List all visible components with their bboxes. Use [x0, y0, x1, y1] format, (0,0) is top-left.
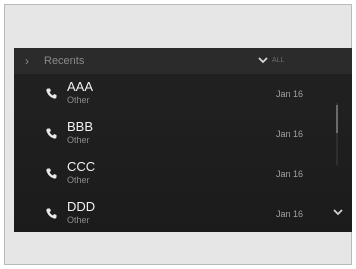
contact-type: Other: [67, 175, 90, 185]
contact-type: Other: [67, 95, 90, 105]
phone-icon: [46, 208, 57, 219]
recents-header: › Recents ALL: [14, 48, 352, 74]
call-date: Jan 16: [276, 89, 304, 99]
contact-type: Other: [67, 215, 90, 225]
list-item[interactable]: DDD Other Jan 16: [14, 195, 334, 232]
contact-name: BBB: [67, 119, 94, 134]
contact-name: CCC: [67, 159, 96, 174]
contact-type: Other: [67, 135, 90, 145]
call-date: Jan 16: [276, 209, 304, 219]
call-date: Jan 16: [276, 129, 304, 139]
phone-icon: [46, 88, 57, 99]
display-frame: › Recents ALL AAA Other Jan 16 BBB Other: [4, 4, 352, 265]
filter-dropdown[interactable]: ALL: [258, 53, 298, 69]
call-date: Jan 16: [276, 169, 304, 179]
recents-title: Recents: [44, 55, 85, 67]
list-item[interactable]: BBB Other Jan 16: [14, 115, 334, 155]
list-item[interactable]: CCC Other Jan 16: [14, 155, 334, 195]
chevron-down-icon: [258, 57, 268, 64]
phone-icon: [46, 128, 57, 139]
chevron-right-icon[interactable]: ›: [25, 54, 37, 68]
phone-icon: [46, 168, 57, 179]
contact-name: AAA: [67, 79, 94, 94]
phone-recents-screen: › Recents ALL AAA Other Jan 16 BBB Other: [14, 48, 352, 232]
filter-label: ALL: [272, 57, 285, 64]
scrollbar-thumb[interactable]: [336, 105, 338, 133]
contact-name: DDD: [67, 199, 96, 214]
list-item[interactable]: AAA Other Jan 16: [14, 75, 334, 115]
chevron-down-icon[interactable]: [332, 207, 344, 217]
scrollbar[interactable]: [336, 103, 338, 165]
